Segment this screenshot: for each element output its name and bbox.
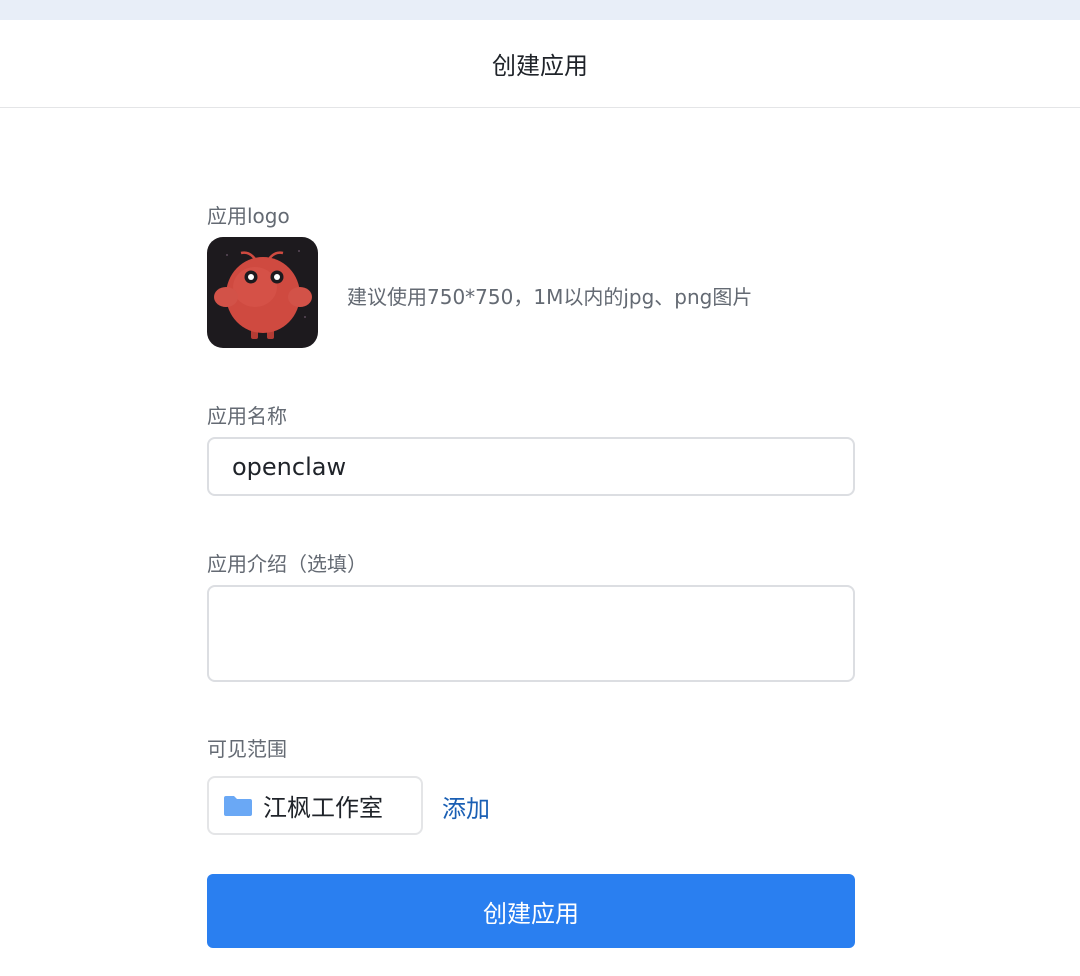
description-label: 应用介绍（选填） bbox=[207, 552, 367, 576]
app-name-input[interactable]: openclaw bbox=[207, 437, 855, 496]
create-app-button[interactable]: 创建应用 bbox=[207, 874, 855, 948]
name-label: 应用名称 bbox=[207, 404, 287, 428]
visibility-chip-text: 江枫工作室 bbox=[263, 794, 383, 822]
logo-label: 应用logo bbox=[207, 204, 290, 228]
page-title: 创建应用 bbox=[492, 52, 588, 80]
app-logo-upload[interactable] bbox=[207, 237, 318, 348]
app-description-input[interactable] bbox=[207, 585, 855, 682]
folder-icon bbox=[224, 795, 252, 816]
top-strip bbox=[0, 0, 1080, 20]
app-name-value: openclaw bbox=[232, 452, 347, 481]
visibility-chip[interactable]: 江枫工作室 bbox=[207, 776, 423, 835]
red-monster-app-logo-icon bbox=[207, 237, 318, 348]
add-visibility-link[interactable]: 添加 bbox=[442, 789, 490, 824]
logo-hint: 建议使用750*750，1M以内的jpg、png图片 bbox=[347, 285, 753, 309]
visibility-label: 可见范围 bbox=[207, 737, 287, 761]
page-header: 创建应用 bbox=[0, 20, 1080, 108]
